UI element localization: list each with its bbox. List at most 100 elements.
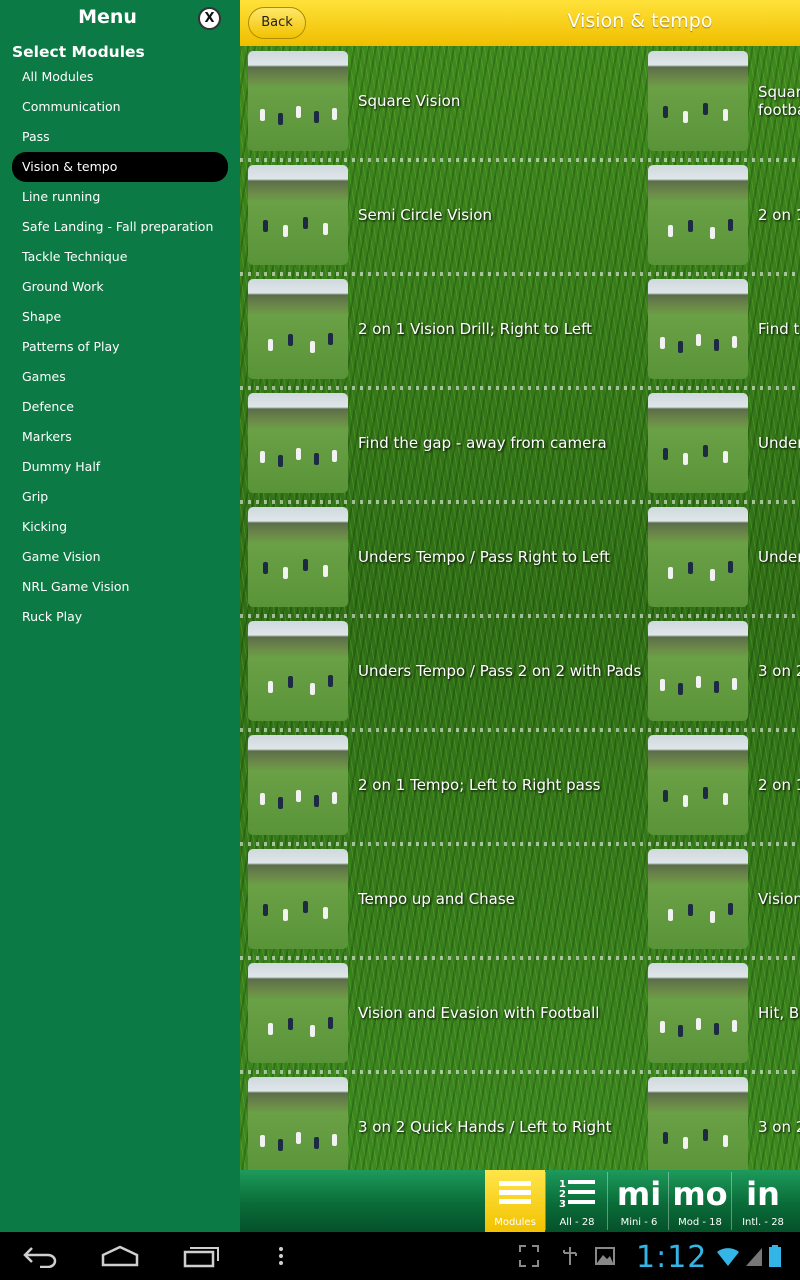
drill-title: Semi Circle Vision	[358, 206, 492, 224]
module-item-dummy-half[interactable]: Dummy Half	[12, 452, 228, 482]
drill-item[interactable]: Unders Tempo / Pass 2 on 2 with Pads	[248, 621, 642, 721]
module-item-ground-work[interactable]: Ground Work	[12, 272, 228, 302]
row-divider	[240, 500, 800, 504]
drill-item[interactable]: 2 on 1 Vision Drill; Right to Left	[248, 279, 640, 379]
tab-divider	[668, 1172, 669, 1230]
hamburger-icon	[485, 1174, 545, 1217]
drill-item[interactable]: 2 on 1 Tempo; Left to Right pass	[248, 735, 640, 835]
drill-title-line: 2 on 1	[758, 206, 800, 224]
module-item-pass[interactable]: Pass	[12, 122, 228, 152]
gallery-icon	[594, 1244, 616, 1268]
drill-title: Under	[758, 393, 800, 493]
tab-mod-18[interactable]: mo Mod - 18	[670, 1170, 730, 1232]
drill-thumbnail	[248, 963, 348, 1063]
menu-title: Menu	[78, 6, 137, 28]
module-item-safe-landing-fall-preparation[interactable]: Safe Landing - Fall preparation	[12, 212, 228, 242]
drill-title: Under	[758, 507, 800, 607]
row-divider	[240, 728, 800, 732]
drill-thumbnail	[648, 507, 748, 607]
drill-item[interactable]: Square Vision	[248, 51, 640, 151]
module-item-game-vision[interactable]: Game Vision	[12, 542, 228, 572]
drill-item[interactable]: 3 on 2	[648, 1077, 800, 1170]
module-item-shape[interactable]: Shape	[12, 302, 228, 332]
module-item-tackle-technique[interactable]: Tackle Technique	[12, 242, 228, 272]
tab-mini-6[interactable]: mi Mini - 6	[609, 1170, 669, 1232]
drill-title: Find the gap - away from camera	[358, 434, 607, 452]
drill-title: Tempo up and Chase	[358, 890, 515, 908]
drill-title: Hit, Bu	[758, 963, 800, 1063]
row-divider	[240, 614, 800, 618]
overflow-icon[interactable]	[276, 1244, 286, 1268]
drill-item[interactable]: Squarfootba	[648, 51, 800, 151]
module-item-all-modules[interactable]: All Modules	[12, 62, 228, 92]
drill-thumbnail	[248, 849, 348, 949]
drill-thumbnail	[648, 279, 748, 379]
signal-icon	[744, 1244, 764, 1268]
wifi-icon	[716, 1244, 740, 1268]
tab-label: All - 28	[559, 1217, 595, 1228]
module-item-grip[interactable]: Grip	[12, 482, 228, 512]
drill-grid: Square Vision Squarfootba Semi Circle Visi…	[240, 46, 800, 1170]
drill-item[interactable]: Under	[648, 393, 800, 493]
drill-title: 2 on 1 Tempo; Left to Right pass	[358, 776, 601, 794]
drill-item[interactable]: 3 on 2	[648, 621, 800, 721]
module-item-communication[interactable]: Communication	[12, 92, 228, 122]
drill-thumbnail	[248, 165, 348, 265]
back-icon[interactable]	[22, 1244, 60, 1269]
tab-divider	[731, 1172, 732, 1230]
close-menu-button[interactable]: X	[198, 7, 221, 30]
drill-title: Square Vision	[358, 92, 461, 110]
module-item-nrl-game-vision[interactable]: NRL Game Vision	[12, 572, 228, 602]
drill-item[interactable]: Under	[648, 507, 800, 607]
module-item-kicking[interactable]: Kicking	[12, 512, 228, 542]
drill-item[interactable]: Unders Tempo / Pass Right to Left	[248, 507, 640, 607]
tab-divider	[607, 1172, 608, 1230]
module-item-markers[interactable]: Markers	[12, 422, 228, 452]
row-divider	[240, 1070, 800, 1074]
module-item-defence[interactable]: Defence	[12, 392, 228, 422]
drill-thumbnail	[648, 1077, 748, 1170]
drill-title: Find th	[758, 279, 800, 379]
drill-thumbnail	[248, 621, 348, 721]
drill-item[interactable]: Find th	[648, 279, 800, 379]
drill-title-line: Hit, Bu	[758, 1004, 800, 1022]
row-divider	[240, 386, 800, 390]
drill-title-line: Find th	[758, 320, 800, 338]
drill-thumbnail	[248, 51, 348, 151]
row-divider	[240, 842, 800, 846]
drill-title: Unders Tempo / Pass 2 on 2 with Pads	[358, 662, 642, 680]
back-button[interactable]: Back	[248, 7, 306, 39]
battery-icon	[768, 1244, 782, 1268]
drill-item[interactable]: Vision and Evasion with Football	[248, 963, 640, 1063]
module-item-patterns-of-play[interactable]: Patterns of Play	[12, 332, 228, 362]
module-item-line-running[interactable]: Line running	[12, 182, 228, 212]
drill-item[interactable]: Hit, Bu	[648, 963, 800, 1063]
drill-title: Squarfootba	[758, 51, 800, 151]
tab-all-28[interactable]: 1 2 3 All - 28	[547, 1170, 607, 1232]
recents-icon[interactable]	[182, 1244, 220, 1268]
drill-item[interactable]: Vision	[648, 849, 800, 949]
tab-divider	[545, 1172, 546, 1230]
drill-item[interactable]: 2 on 1	[648, 165, 800, 265]
row-divider	[240, 956, 800, 960]
drill-thumbnail	[248, 393, 348, 493]
drill-item[interactable]: 3 on 2 Quick Hands / Left to Right	[248, 1077, 640, 1170]
drill-item[interactable]: 2 on 1	[648, 735, 800, 835]
module-item-vision-tempo[interactable]: Vision & tempo	[12, 152, 228, 182]
drill-thumbnail	[648, 849, 748, 949]
tab-modules[interactable]: Modules	[485, 1170, 545, 1232]
module-item-ruck-play[interactable]: Ruck Play	[12, 602, 228, 632]
tab-label: Intl. - 28	[742, 1217, 784, 1228]
drill-item[interactable]: Semi Circle Vision	[248, 165, 640, 265]
home-icon[interactable]	[100, 1244, 140, 1268]
drill-item[interactable]: Tempo up and Chase	[248, 849, 640, 949]
tab-intl-28[interactable]: in Intl. - 28	[733, 1170, 793, 1232]
module-sidebar: Menu X Select Modules All Modules Communi…	[0, 0, 240, 1232]
drill-title-line: 3 on 2	[758, 1118, 800, 1136]
module-item-games[interactable]: Games	[12, 362, 228, 392]
drill-thumbnail	[248, 507, 348, 607]
drill-title: Vision	[758, 849, 800, 949]
select-modules-heading: Select Modules	[12, 43, 145, 61]
drill-item[interactable]: Find the gap - away from camera	[248, 393, 640, 493]
system-nav-bar: 1:12	[0, 1232, 800, 1280]
